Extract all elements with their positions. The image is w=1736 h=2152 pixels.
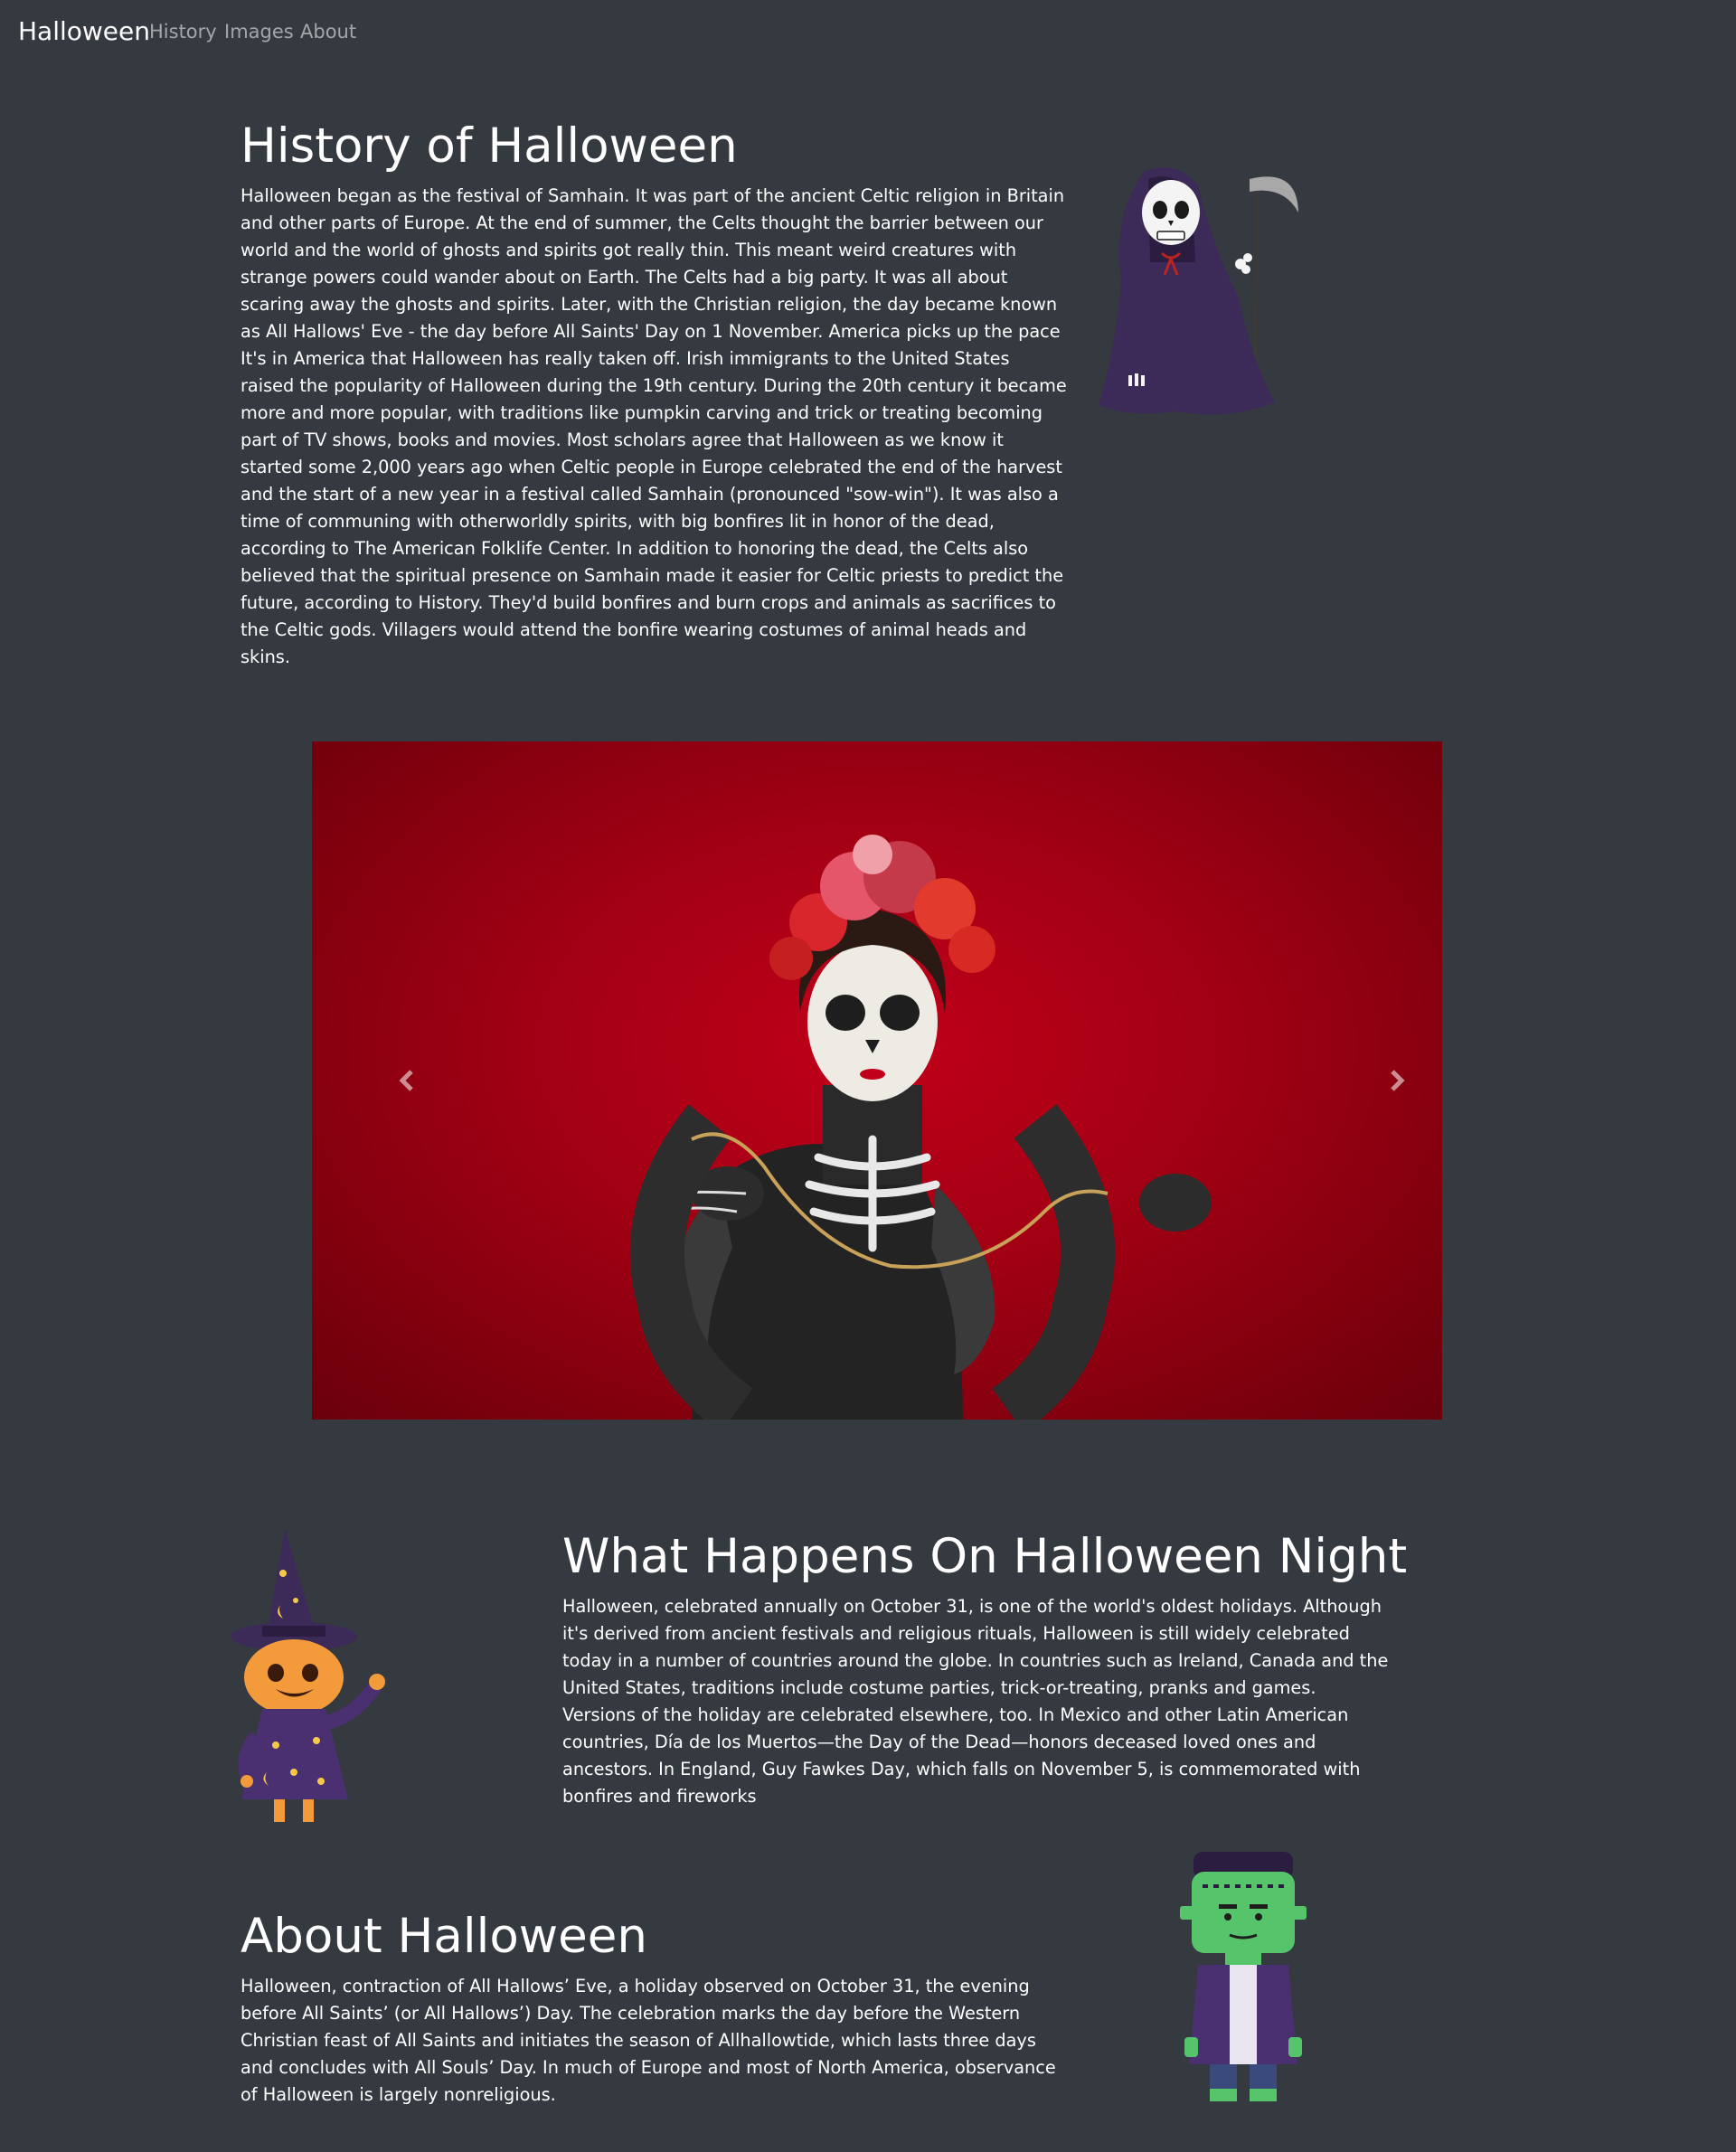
carousel-image xyxy=(629,835,1212,1420)
night-title: What Happens On Halloween Night xyxy=(562,1529,1408,1584)
about-text: Halloween, contraction of All Hallows’ E… xyxy=(241,1976,1056,2105)
carousel-prev-button[interactable] xyxy=(389,1062,425,1099)
chevron-right-icon xyxy=(1391,1070,1405,1091)
image-carousel xyxy=(312,741,1442,1420)
nav-link-about[interactable]: About xyxy=(300,21,356,42)
history-text: Halloween began as the festival of Samha… xyxy=(241,185,1067,667)
navbar: Halloween History Images About xyxy=(0,0,1736,65)
grim-reaper-illustration xyxy=(1099,167,1298,415)
history-title: History of Halloween xyxy=(241,118,738,174)
about-title: About Halloween xyxy=(241,1909,647,1964)
frankenstein-illustration xyxy=(1180,1852,1307,2101)
pumpkin-wizard-illustration xyxy=(231,1528,385,1822)
chevron-left-icon xyxy=(399,1070,413,1091)
night-text: Halloween, celebrated annually on Octobe… xyxy=(562,1596,1389,1807)
nav-link-history[interactable]: History xyxy=(149,21,217,42)
navbar-brand[interactable]: Halloween xyxy=(18,16,150,46)
nav-link-images[interactable]: Images xyxy=(224,21,294,42)
carousel-next-button[interactable] xyxy=(1379,1062,1415,1099)
